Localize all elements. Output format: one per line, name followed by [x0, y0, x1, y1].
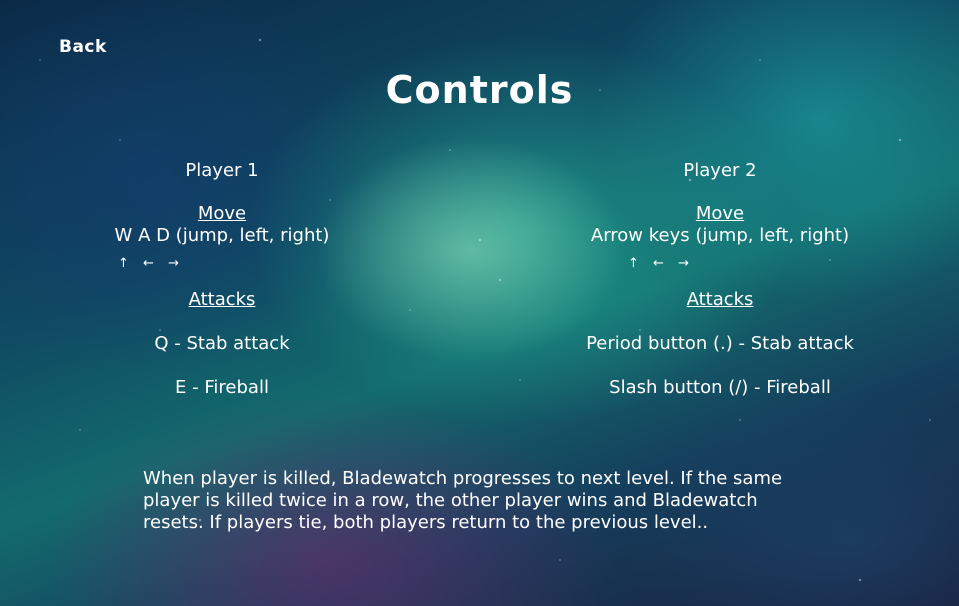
player2-attack-stab: Period button (.) - Stab attack: [586, 333, 854, 354]
player1-move-heading: Move: [197, 203, 247, 224]
arrow-up-icon: ↑: [118, 256, 129, 271]
back-button[interactable]: Back: [59, 37, 107, 57]
game-rules-text: When player is killed, Bladewatch progre…: [143, 468, 783, 533]
player2-move-heading: Move: [695, 203, 745, 224]
arrow-right-icon: →: [678, 256, 689, 271]
player2-attacks-heading: Attacks: [686, 289, 754, 310]
player1-attack-stab: Q - Stab attack: [154, 333, 290, 354]
player1-controls: Player 1 Move W A D (jump, left, right) …: [52, 158, 392, 399]
player1-name: Player 1: [185, 160, 259, 181]
arrow-left-icon: ←: [143, 256, 154, 271]
arrow-left-icon: ←: [653, 256, 664, 271]
player2-move-keys: Arrow keys (jump, left, right): [590, 225, 850, 246]
player1-attack-fireball: E - Fireball: [175, 377, 269, 398]
player2-attack-fireball: Slash button (/) - Fireball: [609, 377, 831, 398]
player1-move-keys: W A D (jump, left, right): [114, 225, 330, 246]
player2-name: Player 2: [683, 160, 757, 181]
arrow-up-icon: ↑: [628, 256, 639, 271]
player1-arrow-icons: ↑ ← →: [52, 253, 392, 275]
player1-attacks-heading: Attacks: [188, 289, 256, 310]
player2-arrow-icons: ↑ ← →: [550, 253, 890, 275]
arrow-right-icon: →: [168, 256, 179, 271]
player2-controls: Player 2 Move Arrow keys (jump, left, ri…: [550, 158, 890, 399]
page-title: Controls: [385, 68, 574, 112]
